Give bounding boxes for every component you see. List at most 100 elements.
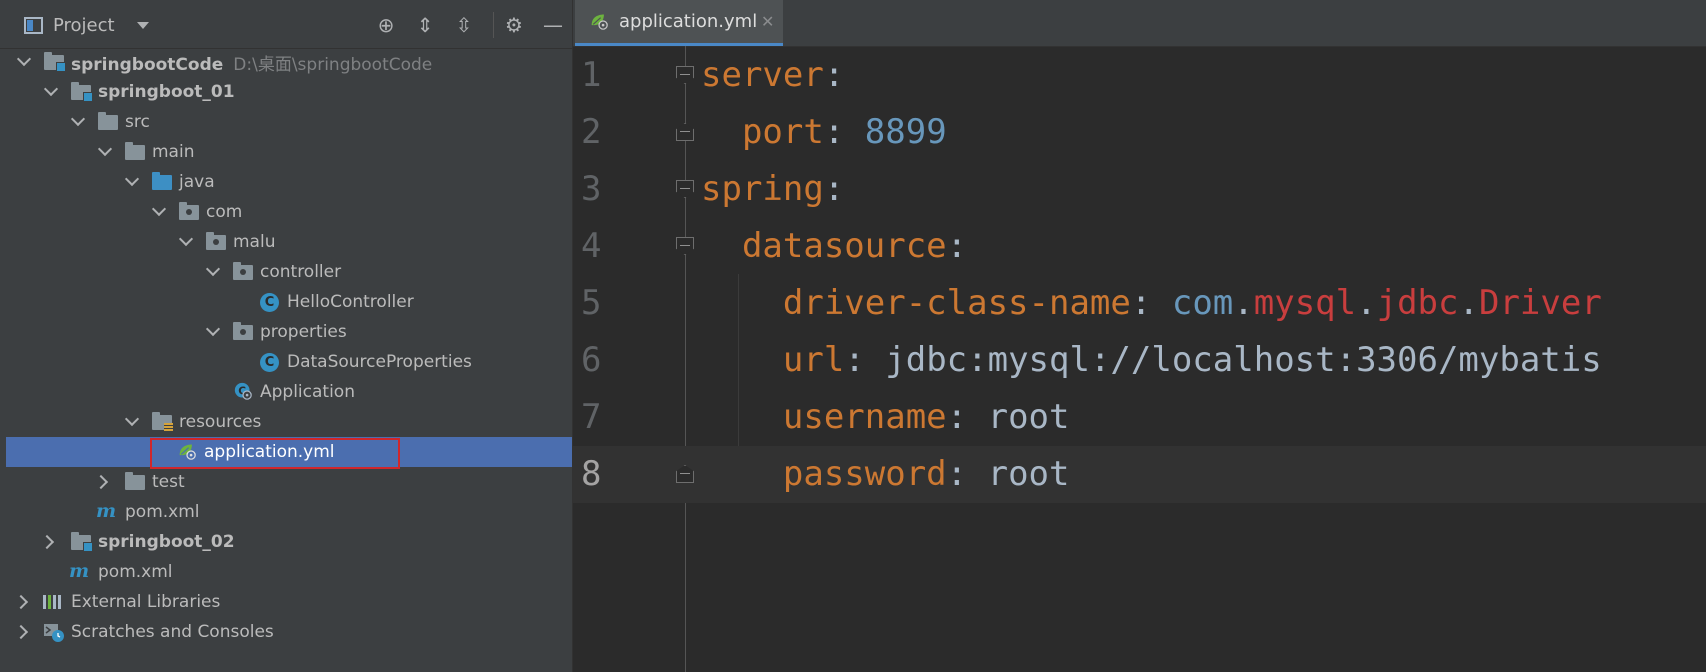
fold-icon[interactable] [676, 123, 694, 141]
chevron-down-icon[interactable] [70, 111, 86, 127]
tree-item-resources[interactable]: resources [0, 407, 572, 437]
yaml-value-part: com [1171, 283, 1234, 323]
tree-item-label: malu [233, 232, 276, 252]
project-panel-header: Project ⊕ ⇕ ⇳ ⚙ — [0, 0, 572, 49]
code-line[interactable]: 4 datasource: [573, 218, 1706, 275]
code-line-current[interactable]: 8 password: root [573, 446, 1706, 503]
spring-config-file-icon [179, 444, 196, 460]
tree-item-test[interactable]: test [0, 467, 572, 497]
chevron-right-icon[interactable] [93, 474, 109, 490]
tab-label: application.yml [619, 11, 758, 32]
tree-item-scratches[interactable]: Scratches and Consoles [0, 617, 572, 647]
project-view-selector[interactable]: Project [24, 12, 149, 38]
tree-item-label: External Libraries [71, 592, 221, 612]
code-line[interactable]: 1 server: [573, 47, 1706, 104]
module-folder-icon [44, 52, 66, 72]
tree-item-com[interactable]: com [0, 197, 572, 227]
yaml-value: root [987, 454, 1070, 494]
yaml-colon: : [946, 397, 988, 437]
tree-item-application[interactable]: C Application [0, 377, 572, 407]
yaml-key: driver-class-name [782, 283, 1131, 323]
code-line[interactable]: 7 username: root [573, 389, 1706, 446]
tree-item-controller[interactable]: controller [0, 257, 572, 287]
fold-icon[interactable] [676, 66, 694, 84]
fold-icon[interactable] [676, 237, 694, 255]
yaml-value: root [987, 397, 1070, 437]
tree-item-label: resources [179, 412, 262, 432]
tree-item-datasourceproperties[interactable]: C DataSourceProperties [0, 347, 572, 377]
yaml-dot: . [1356, 283, 1377, 323]
code-line[interactable]: 5 driver-class-name: com.mysql.jdbc.Driv… [573, 275, 1706, 332]
chevron-down-icon[interactable] [124, 171, 140, 187]
tree-item-pom-xml[interactable]: m pom.xml [0, 557, 572, 587]
tree-item-label: springboot_02 [98, 532, 235, 552]
source-folder-icon [152, 172, 172, 190]
yaml-value: 8899 [864, 112, 947, 152]
yaml-key: port [741, 112, 824, 152]
code-line[interactable]: 6 url: jdbc:mysql://localhost:3306/mybat… [573, 332, 1706, 389]
gear-icon[interactable]: ⚙ [501, 12, 527, 38]
tree-item-main[interactable]: main [0, 137, 572, 167]
line-number: 3 [581, 169, 602, 209]
module-folder-icon [71, 532, 93, 552]
tree-item-pom-xml[interactable]: m pom.xml [0, 497, 572, 527]
yaml-colon: : [844, 340, 886, 380]
tree-item-label: DataSourceProperties [287, 352, 472, 372]
chevron-right-icon[interactable] [39, 534, 55, 550]
tree-item-springbootcode[interactable]: springbootCode D:\桌面\springbootCode [0, 47, 572, 77]
yaml-value-part: mysql [1253, 283, 1357, 323]
tree-item-label: controller [260, 262, 342, 282]
code-line[interactable]: 3 spring: [573, 161, 1706, 218]
tab-application-yml[interactable]: application.yml ✕ [575, 0, 783, 46]
chevron-right-icon[interactable] [13, 594, 29, 610]
chevron-down-icon[interactable] [205, 321, 221, 337]
tree-item-external-libraries[interactable]: External Libraries [0, 587, 572, 617]
yaml-value: jdbc:mysql://localhost:3306/mybatis [885, 340, 1602, 380]
chevron-down-icon[interactable] [178, 231, 194, 247]
tree-item-malu[interactable]: malu [0, 227, 572, 257]
expand-all-icon[interactable]: ⇕ [412, 12, 438, 38]
tree-item-springboot-01[interactable]: springboot_01 [0, 77, 572, 107]
package-icon [206, 232, 226, 250]
spring-boot-class-icon: C [234, 382, 252, 400]
tree-item-springboot-02[interactable]: springboot_02 [0, 527, 572, 557]
tree-item-label: java [179, 172, 215, 192]
fold-icon[interactable] [676, 180, 694, 198]
tree-item-application-yml[interactable]: application.yml [6, 437, 572, 467]
tree-item-label: Scratches and Consoles [71, 622, 274, 642]
locate-icon[interactable]: ⊕ [373, 12, 399, 38]
tree-item-java[interactable]: java [0, 167, 572, 197]
chevron-down-icon[interactable] [43, 81, 59, 97]
tree-item-label: properties [260, 322, 347, 342]
minimize-icon[interactable]: — [540, 12, 566, 38]
yaml-dot: . [1233, 283, 1254, 323]
chevron-down-icon[interactable] [151, 201, 167, 217]
yaml-key: password [782, 454, 947, 494]
close-icon[interactable]: ✕ [761, 12, 774, 31]
tree-item-hellocontroller[interactable]: C HelloController [0, 287, 572, 317]
editor-tab-bar: application.yml ✕ [573, 0, 1706, 47]
chevron-right-icon[interactable] [13, 624, 29, 640]
chevron-down-icon[interactable] [97, 141, 113, 157]
tree-item-properties[interactable]: properties [0, 317, 572, 347]
line-number: 8 [581, 454, 602, 494]
tree-item-src[interactable]: src [0, 107, 572, 137]
chevron-down-icon[interactable] [124, 411, 140, 427]
chevron-down-icon[interactable] [205, 261, 221, 277]
project-window-icon [24, 16, 43, 34]
fold-icon[interactable] [676, 465, 694, 483]
code-line[interactable]: 2 port: 8899 [573, 104, 1706, 161]
panel-title: Project [53, 14, 115, 36]
line-number: 6 [581, 340, 602, 380]
tree-item-label: pom.xml [98, 562, 173, 582]
yaml-key: datasource [741, 226, 947, 266]
chevron-down-icon[interactable] [16, 51, 32, 67]
yaml-colon: : [823, 55, 845, 95]
collapse-all-icon[interactable]: ⇳ [451, 12, 477, 38]
chevron-down-icon[interactable] [136, 21, 149, 29]
tree-item-label: com [206, 202, 243, 222]
package-icon [233, 322, 253, 340]
spring-config-file-icon [591, 14, 608, 30]
